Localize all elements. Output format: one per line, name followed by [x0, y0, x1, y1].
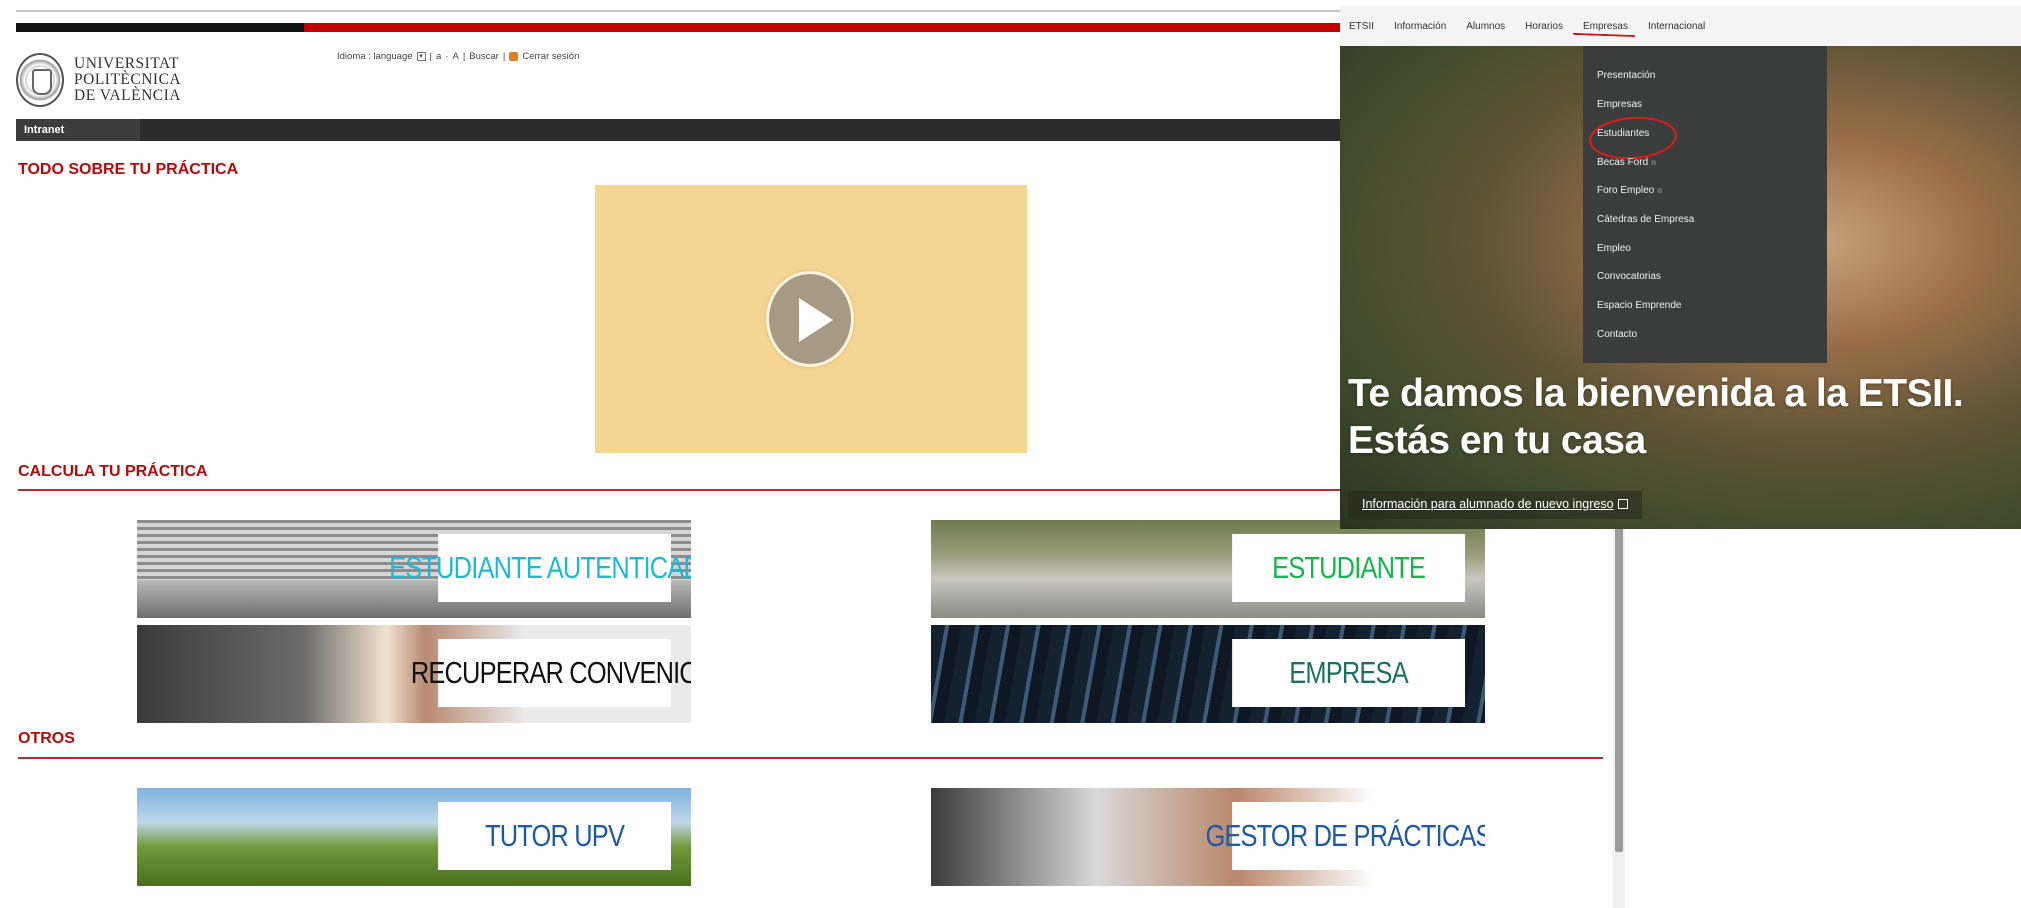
upv-logo[interactable]: UNIVERSITAT POLITÈCNICA DE VALÈNCIA	[16, 53, 181, 107]
separator-dot: ·	[445, 51, 449, 62]
annotation-circle	[1587, 113, 1679, 163]
language-dropdown-icon[interactable]: ▾	[416, 52, 426, 61]
lock-icon	[509, 52, 519, 61]
menu-item-contacto[interactable]: Contacto	[1597, 329, 1637, 340]
menu-item-convocatorias[interactable]: Convocatorias	[1597, 271, 1661, 282]
external-link-icon: ⧉	[1651, 160, 1657, 167]
menu-item-foro-empleo[interactable]: Foro Empleo ⧉	[1597, 185, 1662, 196]
nav-item-horarios[interactable]: Horarios	[1525, 21, 1563, 32]
hero-title: Te damos la bienvenida a la ETSII. Estás…	[1348, 370, 2021, 464]
separator: |	[462, 51, 466, 62]
section-title-calcula: CALCULA TU PRÁCTICA	[18, 463, 208, 480]
gestor-practicas-banner[interactable]: GESTOR DE PRÁCTICAS	[931, 788, 1485, 886]
logout-link[interactable]: Cerrar sesión	[522, 51, 579, 62]
menu-item-label: Foro Empleo	[1597, 185, 1655, 196]
separator: |	[502, 51, 506, 62]
font-small-button[interactable]: a	[436, 51, 441, 62]
hero-title-line-1: Te damos la bienvenida a la ETSII.	[1348, 372, 1964, 415]
menu-item-presentacion[interactable]: Presentación	[1597, 70, 1655, 81]
utility-toolbar: Idioma : language ▾ | a · A | Buscar | C…	[337, 51, 579, 62]
nav-item-internacional[interactable]: Internacional	[1648, 21, 1705, 32]
menu-item-catedras[interactable]: Cátedras de Empresa	[1597, 214, 1694, 225]
tutor-upv-banner[interactable]: TUTOR UPV	[137, 788, 691, 886]
intranet-tab[interactable]: Intranet	[16, 119, 140, 141]
font-large-button[interactable]: A	[452, 51, 458, 62]
banner-label: GESTOR DE PRÁCTICAS	[1205, 802, 1485, 870]
section-title-otros: OTROS	[18, 730, 75, 747]
hero-link-label: Información para alumnado de nuevo ingre…	[1362, 497, 1614, 511]
recuperar-convenio-banner[interactable]: RECUPERAR CONVENIO	[137, 625, 691, 723]
logo-line-3: DE VALÈNCIA	[74, 87, 181, 104]
external-link-icon	[1617, 499, 1628, 509]
external-link-icon: ⧉	[1657, 188, 1663, 195]
menu-item-empresas[interactable]: Empresas	[1597, 99, 1642, 110]
banner-label: RECUPERAR CONVENIO	[411, 639, 691, 707]
empresa-banner[interactable]: EMPRESA	[931, 625, 1485, 723]
estudiante-autenticado-banner[interactable]: ESTUDIANTE AUTENTICADO	[137, 520, 691, 618]
separator: |	[429, 51, 432, 62]
banner-label: ESTUDIANTE	[1232, 534, 1465, 602]
top-stripe-black	[16, 23, 304, 32]
section-title-todo: TODO SOBRE TU PRÁCTICA	[18, 161, 239, 178]
nav-item-alumnos[interactable]: Alumnos	[1466, 21, 1505, 32]
etsii-website-panel: ETSII Información Alumnos Horarios Empre…	[1340, 6, 2021, 529]
nav-item-etsii[interactable]: ETSII	[1349, 21, 1374, 32]
menu-item-empleo[interactable]: Empleo	[1597, 243, 1631, 254]
estudiante-banner[interactable]: ESTUDIANTE	[931, 520, 1485, 618]
menu-item-becas-ford[interactable]: Becas Ford ⧉	[1597, 157, 1656, 168]
banner-label: ESTUDIANTE AUTENTICADO	[389, 534, 691, 602]
nuevo-ingreso-link[interactable]: Información para alumnado de nuevo ingre…	[1348, 491, 1642, 519]
language-selector[interactable]: Idioma : language	[337, 51, 413, 62]
upv-seal-icon	[16, 53, 64, 107]
menu-item-espacio-emprende[interactable]: Espacio Emprende	[1597, 300, 1682, 311]
etsii-top-nav: ETSII Información Alumnos Horarios Empre…	[1340, 6, 2021, 46]
logo-line-1: UNIVERSITAT	[74, 55, 180, 72]
upv-logo-text: UNIVERSITAT POLITÈCNICA DE VALÈNCIA	[74, 56, 181, 104]
page-scrollbar[interactable]	[1613, 500, 1625, 908]
banner-label: EMPRESA	[1232, 639, 1465, 707]
nav-item-empresas[interactable]: Empresas	[1583, 21, 1628, 32]
logo-line-2: POLITÈCNICA	[74, 71, 182, 88]
play-icon[interactable]	[766, 271, 854, 367]
hero-title-line-2: Estás en tu casa	[1348, 419, 1646, 462]
menu-item-label: Becas Ford	[1597, 157, 1649, 168]
section-divider	[18, 757, 1603, 759]
empresas-dropdown-menu: Presentación Empresas Estudiantes Becas …	[1583, 46, 1827, 363]
video-player[interactable]	[595, 185, 1027, 453]
search-link[interactable]: Buscar	[469, 51, 499, 62]
nav-item-informacion[interactable]: Información	[1394, 21, 1446, 32]
scrollbar-thumb[interactable]	[1615, 500, 1623, 852]
banner-label: TUTOR UPV	[438, 802, 671, 870]
